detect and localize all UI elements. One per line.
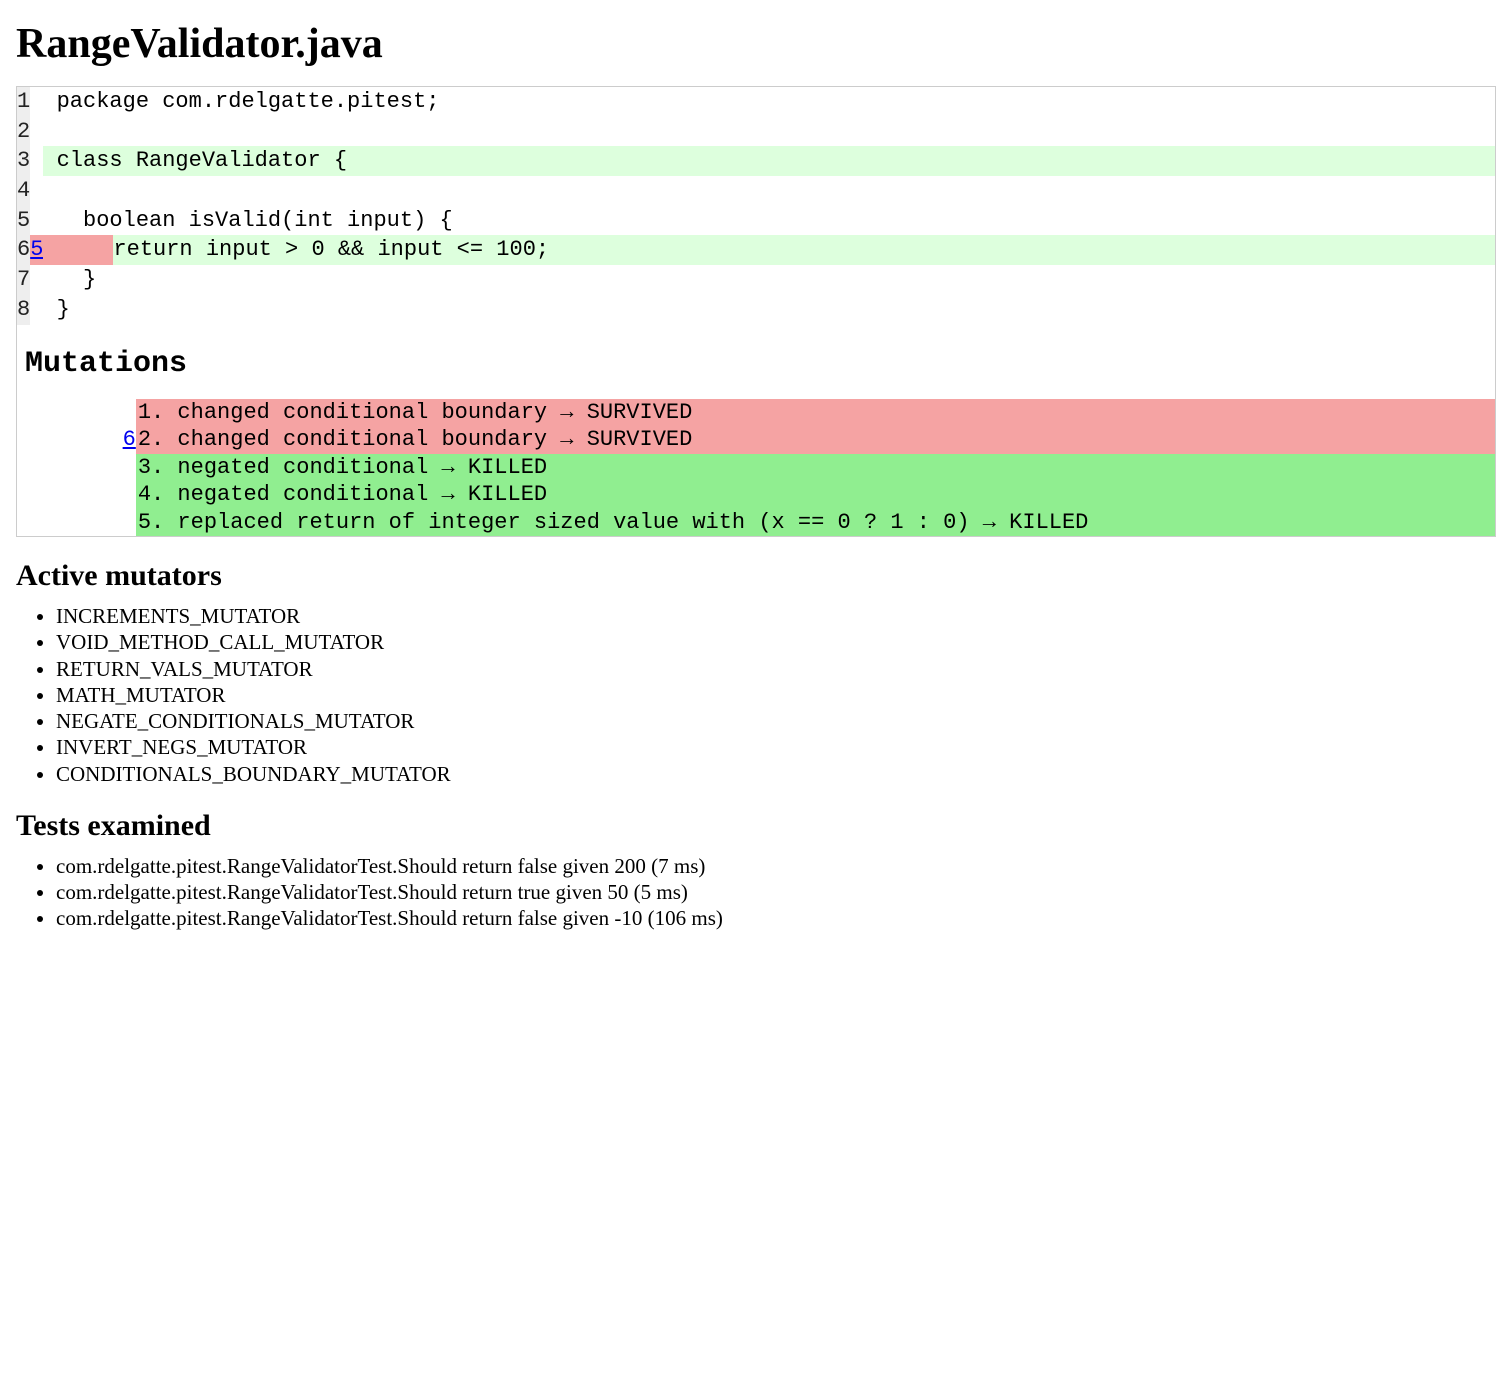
- mutation-line-ref: 6: [17, 399, 136, 537]
- mutator-item: RETURN_VALS_MUTATOR: [56, 656, 1496, 682]
- mutation-count-cell: [30, 206, 43, 236]
- source-table: 1 package com.rdelgatte.pitest;2 3 class…: [17, 87, 1495, 325]
- source-code: }: [43, 265, 1495, 295]
- line-number: 8: [17, 295, 30, 325]
- test-item: com.rdelgatte.pitest.RangeValidatorTest.…: [56, 879, 1496, 905]
- mutations-table: 6 1. changed conditional boundary → SURV…: [17, 399, 1495, 537]
- source-row: 5 boolean isValid(int input) {: [17, 206, 1495, 236]
- line-number: 4: [17, 176, 30, 206]
- mutation-count-cell: [30, 176, 43, 206]
- active-mutators-list: INCREMENTS_MUTATORVOID_METHOD_CALL_MUTAT…: [16, 603, 1496, 787]
- mutator-item: MATH_MUTATOR: [56, 682, 1496, 708]
- tests-list: com.rdelgatte.pitest.RangeValidatorTest.…: [16, 853, 1496, 932]
- mutation-count-link[interactable]: 5: [30, 237, 43, 262]
- source-row: 2: [17, 117, 1495, 147]
- mutator-item: INVERT_NEGS_MUTATOR: [56, 734, 1496, 760]
- mutation-count-cell: [30, 146, 43, 176]
- line-number: 7: [17, 265, 30, 295]
- mutation-item: 2. changed conditional boundary → SURVIV…: [136, 426, 1495, 454]
- mutation-item: 4. negated conditional → KILLED: [136, 481, 1495, 509]
- mutation-count-cell: [30, 87, 43, 117]
- mutation-item: 1. changed conditional boundary → SURVIV…: [136, 399, 1495, 427]
- source-code: [43, 176, 1495, 206]
- mutation-count-cell: [30, 295, 43, 325]
- source-code: }: [43, 295, 1495, 325]
- source-row: 65 return input > 0 && input <= 100;: [17, 235, 1495, 265]
- mutator-item: VOID_METHOD_CALL_MUTATOR: [56, 629, 1496, 655]
- mutation-count-cell: 5: [30, 235, 43, 265]
- mutation-count-cell: [30, 265, 43, 295]
- page-title: RangeValidator.java: [16, 20, 1496, 68]
- survived-prefix: [43, 235, 113, 265]
- source-code: class RangeValidator {: [43, 146, 1495, 176]
- source-code: [43, 117, 1495, 147]
- mutator-item: INCREMENTS_MUTATOR: [56, 603, 1496, 629]
- line-number: 3: [17, 146, 30, 176]
- mutation-item: 5. replaced return of integer sized valu…: [136, 509, 1495, 537]
- mutation-count-cell: [30, 117, 43, 147]
- line-number: 5: [17, 206, 30, 236]
- mutator-item: CONDITIONALS_BOUNDARY_MUTATOR: [56, 761, 1496, 787]
- source-row: 4: [17, 176, 1495, 206]
- source-row: 7 }: [17, 265, 1495, 295]
- source-row: 1 package com.rdelgatte.pitest;: [17, 87, 1495, 117]
- tests-heading: Tests examined: [16, 809, 1496, 843]
- mutation-item: 3. negated conditional → KILLED: [136, 454, 1495, 482]
- mutations-heading: Mutations: [25, 347, 1495, 381]
- mutator-item: NEGATE_CONDITIONALS_MUTATOR: [56, 708, 1496, 734]
- code-text: return input > 0 && input <= 100;: [113, 237, 549, 262]
- test-item: com.rdelgatte.pitest.RangeValidatorTest.…: [56, 905, 1496, 931]
- active-mutators-heading: Active mutators: [16, 559, 1496, 593]
- test-item: com.rdelgatte.pitest.RangeValidatorTest.…: [56, 853, 1496, 879]
- line-number: 2: [17, 117, 30, 147]
- line-number: 1: [17, 87, 30, 117]
- mutation-line-link[interactable]: 6: [123, 427, 136, 452]
- source-code: package com.rdelgatte.pitest;: [43, 87, 1495, 117]
- source-code: boolean isValid(int input) {: [43, 206, 1495, 236]
- source-row: 3 class RangeValidator {: [17, 146, 1495, 176]
- source-code: return input > 0 && input <= 100;: [43, 235, 1495, 265]
- report-box: 1 package com.rdelgatte.pitest;2 3 class…: [16, 86, 1496, 537]
- line-number: 6: [17, 235, 30, 265]
- mutation-list-cell: 1. changed conditional boundary → SURVIV…: [136, 399, 1495, 537]
- source-row: 8 }: [17, 295, 1495, 325]
